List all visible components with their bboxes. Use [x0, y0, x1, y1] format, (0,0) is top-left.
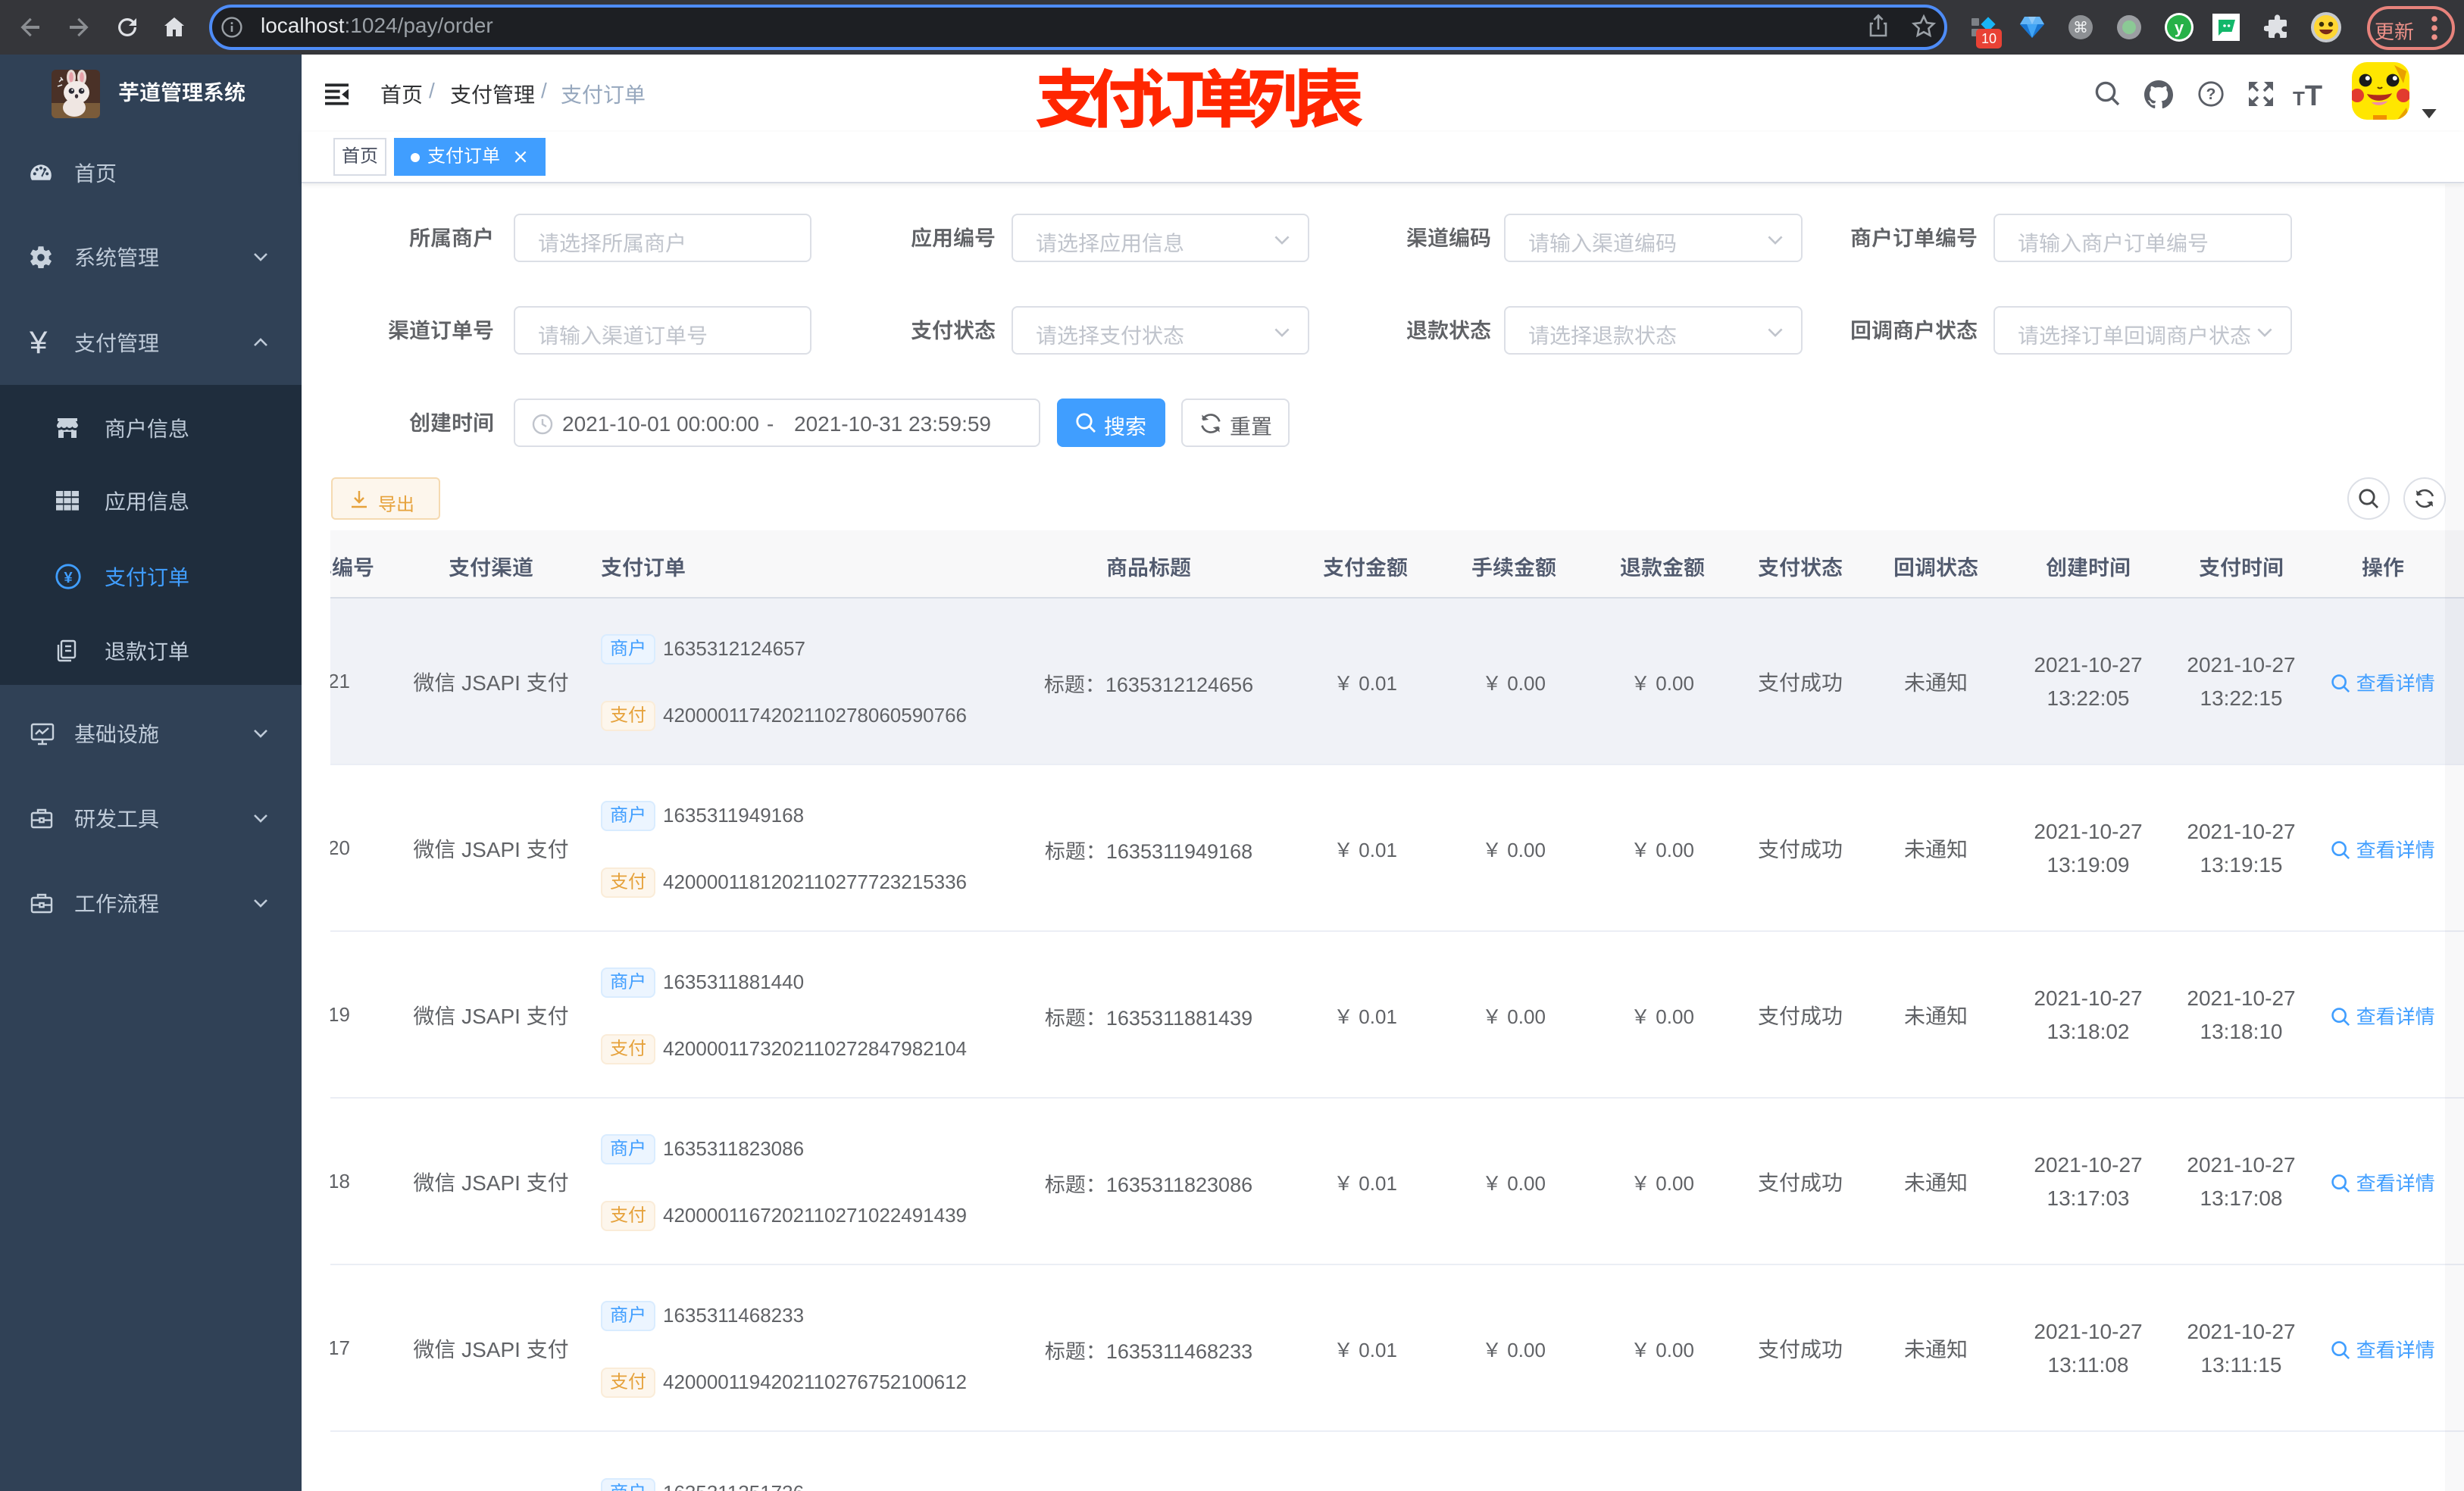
svg-text:¥: ¥: [64, 570, 73, 586]
svg-text:y: y: [2175, 18, 2184, 37]
svg-text:?: ?: [2206, 86, 2216, 103]
svg-text:⌘: ⌘: [2073, 20, 2088, 36]
